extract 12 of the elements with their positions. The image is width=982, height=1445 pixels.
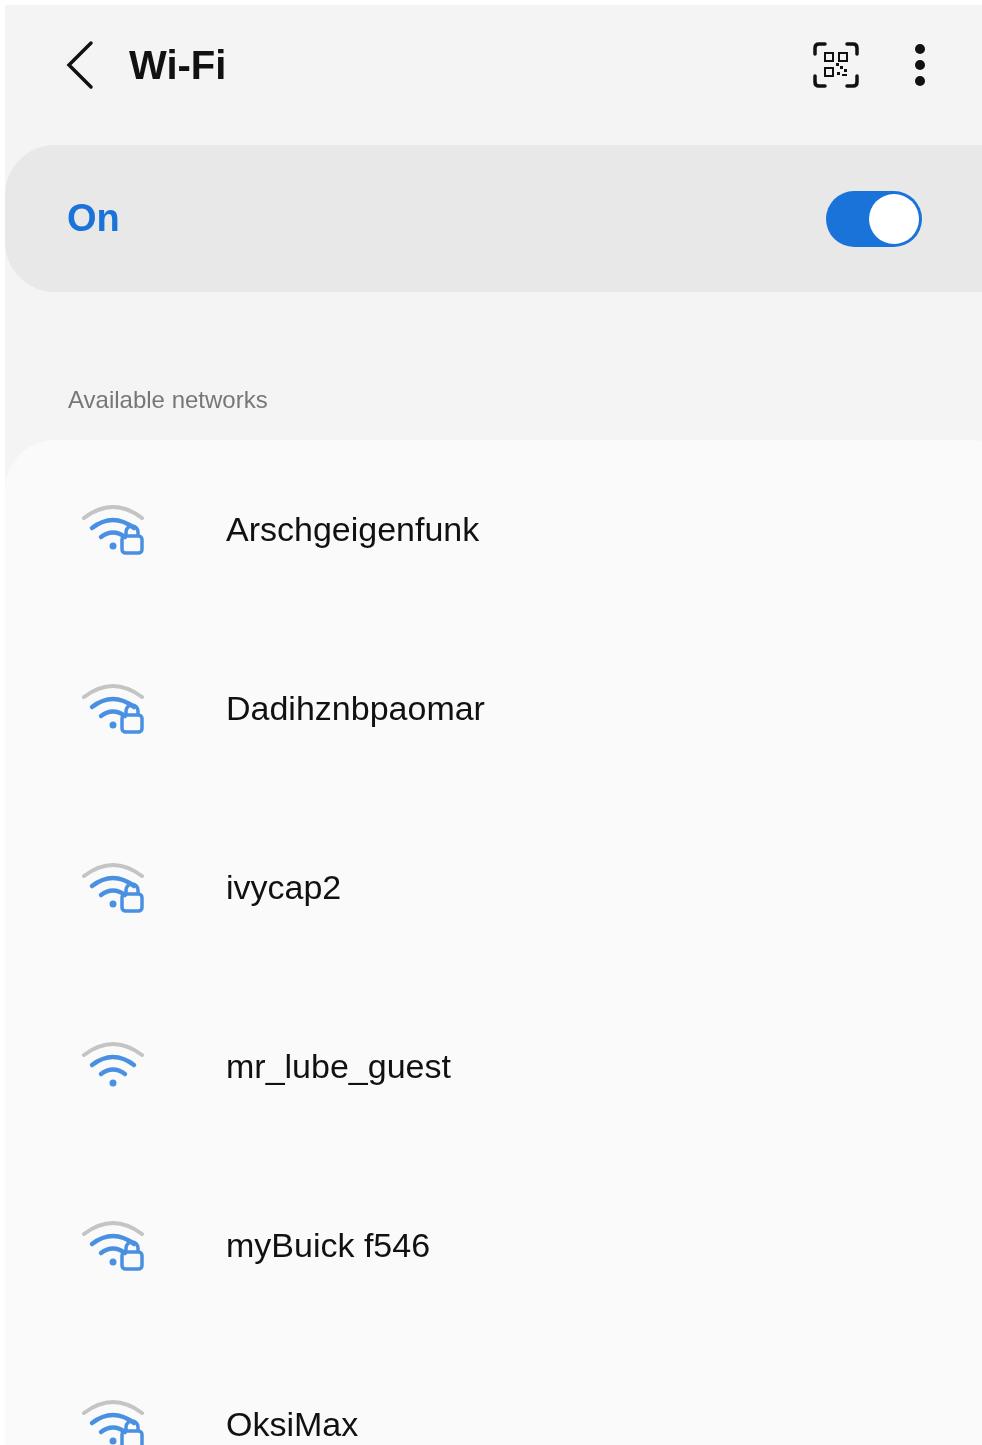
- page-title: Wi-Fi: [129, 42, 227, 89]
- more-options-icon[interactable]: [914, 43, 926, 87]
- network-item[interactable]: myBuick f546: [5, 1156, 982, 1335]
- switch-label: On: [67, 196, 120, 241]
- network-item[interactable]: Arschgeigenfunk: [5, 440, 982, 619]
- network-item[interactable]: Dadihznbpaomar: [5, 619, 982, 798]
- network-item[interactable]: OksiMax: [5, 1335, 982, 1445]
- network-item[interactable]: mr_lube_guest: [5, 977, 982, 1156]
- network-item[interactable]: ivycap2: [5, 798, 982, 977]
- back-icon[interactable]: [65, 40, 95, 90]
- section-header: Available networks: [68, 385, 269, 412]
- qr-code-icon[interactable]: [812, 41, 860, 89]
